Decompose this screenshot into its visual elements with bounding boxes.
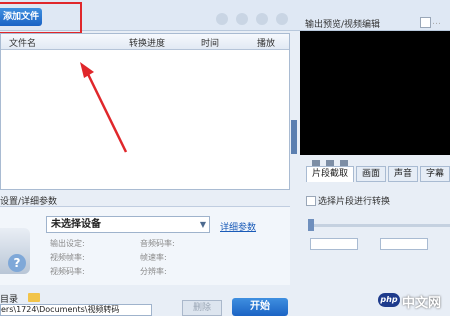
start-time-field[interactable] xyxy=(310,238,358,250)
device-select[interactable]: 未选择设备 ▼ xyxy=(46,216,210,233)
device-select-value: 未选择设备 xyxy=(51,219,101,230)
folder-icon[interactable] xyxy=(28,293,40,302)
tab-picture[interactable]: 画面 xyxy=(356,166,386,182)
tab-clip[interactable]: 片段截取 xyxy=(306,166,354,182)
clip-slider[interactable] xyxy=(308,224,450,227)
start-button[interactable]: 开始 xyxy=(232,298,288,316)
param-label: 视频帧率: xyxy=(50,253,85,262)
watermark-logo: php xyxy=(378,293,400,307)
param-label: 音频码率: xyxy=(140,239,175,248)
toolbar-control[interactable] xyxy=(256,13,268,25)
annotation-arrow xyxy=(80,62,128,153)
highlight-box xyxy=(0,2,82,34)
dropdown-icon: ▼ xyxy=(199,220,206,229)
question-icon: ? xyxy=(8,254,26,272)
param-label: 分辨率: xyxy=(140,267,167,276)
param-label: 帧速率: xyxy=(140,253,167,262)
clip-checkbox-label: 选择片段进行转换 xyxy=(318,197,391,207)
watermark-text: 中文网 xyxy=(402,296,442,311)
column-play[interactable]: 播放 xyxy=(257,36,275,49)
file-list[interactable]: 文件名 转换进度 时间 播放 xyxy=(0,33,290,190)
tab-subtitle[interactable]: 字幕 xyxy=(420,166,450,182)
preview-checkbox-label: … xyxy=(432,17,441,27)
toolbar-control[interactable] xyxy=(236,13,248,25)
toolbar-control[interactable] xyxy=(216,13,228,25)
end-time-field[interactable] xyxy=(380,238,428,250)
advanced-settings-link[interactable]: 详细参数 xyxy=(220,220,256,233)
clip-checkbox[interactable] xyxy=(306,196,316,206)
param-label: 视频码率: xyxy=(50,267,85,276)
param-label: 输出设定: xyxy=(50,239,85,248)
tab-audio[interactable]: 声音 xyxy=(388,166,418,182)
preview-checkbox[interactable] xyxy=(420,17,431,28)
toolbar-control[interactable] xyxy=(276,13,288,25)
output-path-field[interactable]: ers\1724\Documents\视频转码 xyxy=(0,304,152,316)
file-list-header: 文件名 转换进度 时间 播放 xyxy=(1,34,289,50)
video-preview[interactable] xyxy=(300,31,450,155)
column-time[interactable]: 时间 xyxy=(201,36,219,49)
panel-splitter[interactable] xyxy=(291,120,297,154)
column-progress[interactable]: 转换进度 xyxy=(129,36,165,49)
column-filename[interactable]: 文件名 xyxy=(9,36,36,49)
clip-slider-handle[interactable] xyxy=(308,219,314,231)
preview-title: 输出预览/视频编辑 xyxy=(305,20,381,30)
